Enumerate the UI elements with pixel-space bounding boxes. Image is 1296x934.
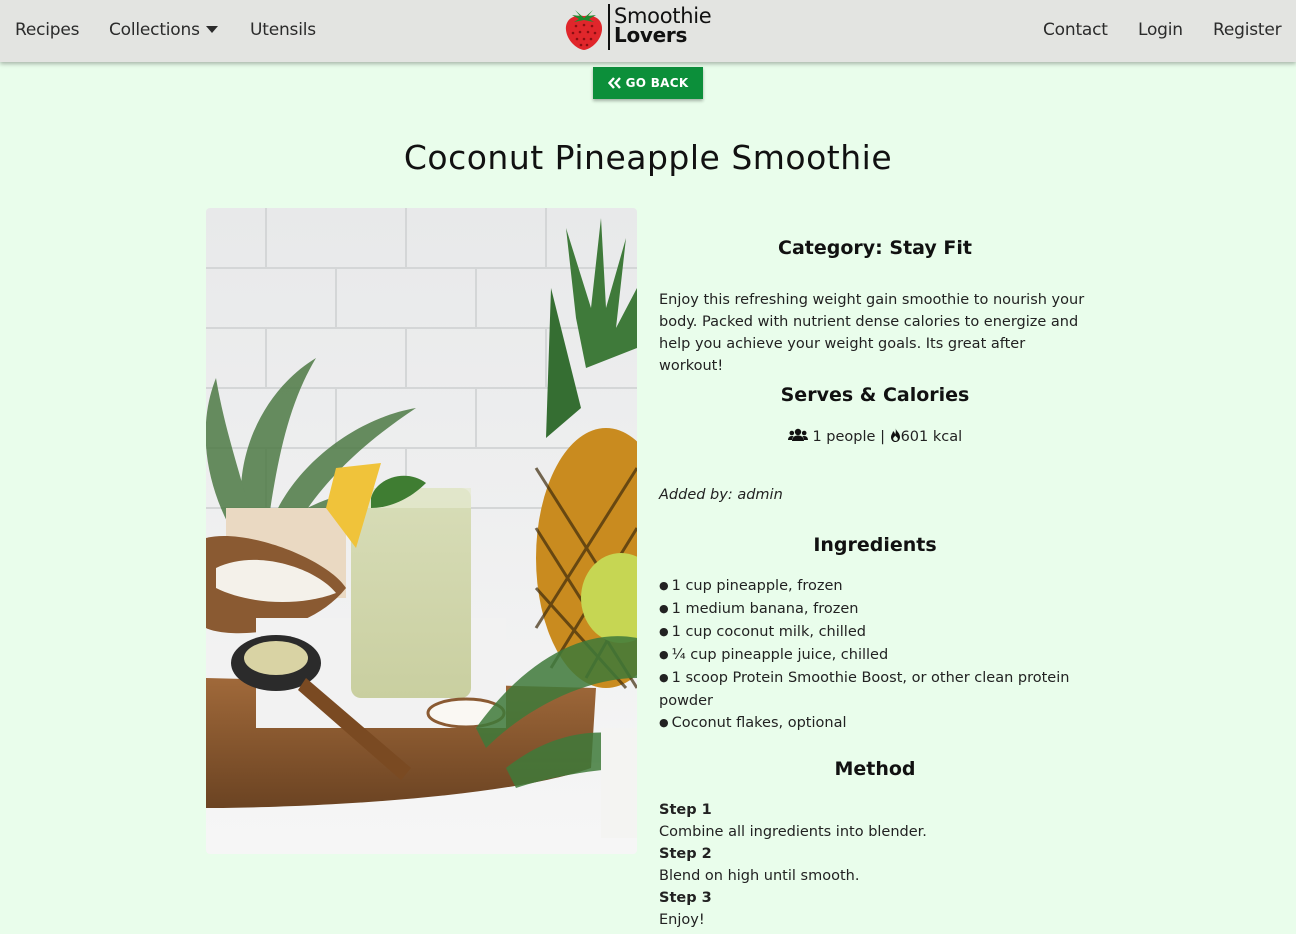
nav-register[interactable]: Register (1213, 20, 1282, 40)
ingredient-item: ¼ cup pineapple juice, chilled (659, 644, 1091, 667)
strawberry-logo-icon (565, 10, 603, 50)
site-logo[interactable]: Smoothie Lovers (563, 2, 733, 54)
method-steps: Step 1 Combine all ingredients into blen… (659, 799, 1091, 931)
ingredients-list: 1 cup pineapple, frozen 1 medium banana,… (659, 575, 1091, 735)
navbar: Recipes Collections Utensils Smoothie Lo… (0, 0, 1296, 62)
nav-utensils[interactable]: Utensils (250, 20, 316, 40)
fire-icon (890, 428, 900, 442)
serves-calories-heading: Serves & Calories (780, 384, 970, 406)
page-title: Coconut Pineapple Smoothie (403, 138, 893, 177)
nav-recipes[interactable]: Recipes (15, 20, 79, 40)
step-label: Step 1 (659, 802, 712, 818)
added-by: Added by: admin (659, 487, 783, 503)
go-back-button[interactable]: GO BACK (593, 67, 703, 99)
users-icon (787, 428, 808, 441)
double-chevron-left-icon (607, 77, 621, 89)
go-back-label: GO BACK (625, 76, 689, 90)
recipe-description: Enjoy this refreshing weight gain smooth… (659, 292, 1085, 374)
nav-collections[interactable]: Collections (109, 20, 218, 40)
nav-contact[interactable]: Contact (1043, 20, 1108, 40)
ingredient-item: 1 cup coconut milk, chilled (659, 621, 1091, 644)
category-heading: Category: Stay Fit (778, 237, 972, 259)
step-label: Step 3 (659, 890, 712, 906)
nav-login[interactable]: Login (1138, 20, 1183, 40)
ingredient-item: Coconut flakes, optional (659, 712, 1091, 735)
nav-collections-label: Collections (109, 20, 200, 40)
method-heading: Method (834, 758, 916, 780)
step-text: Combine all ingredients into blender. (659, 824, 927, 840)
step-label: Step 2 (659, 846, 712, 862)
logo-divider (608, 4, 610, 50)
serves-calories: 1 people | 601 kcal (659, 426, 1091, 448)
ingredient-item: 1 cup pineapple, frozen (659, 575, 1091, 598)
logo-text-lovers: Lovers (614, 23, 688, 47)
calories-value: 601 kcal (900, 429, 963, 445)
step-text: Blend on high until smooth. (659, 868, 860, 884)
caret-down-icon (205, 25, 218, 33)
ingredients-heading: Ingredients (813, 534, 937, 556)
serves-value: 1 people (812, 429, 876, 445)
ingredient-item: 1 scoop Protein Smoothie Boost, or other… (659, 667, 1091, 712)
recipe-image (206, 208, 637, 854)
stats-separator: | (880, 429, 885, 445)
step-text: Enjoy! (659, 912, 705, 928)
ingredient-item: 1 medium banana, frozen (659, 598, 1091, 621)
